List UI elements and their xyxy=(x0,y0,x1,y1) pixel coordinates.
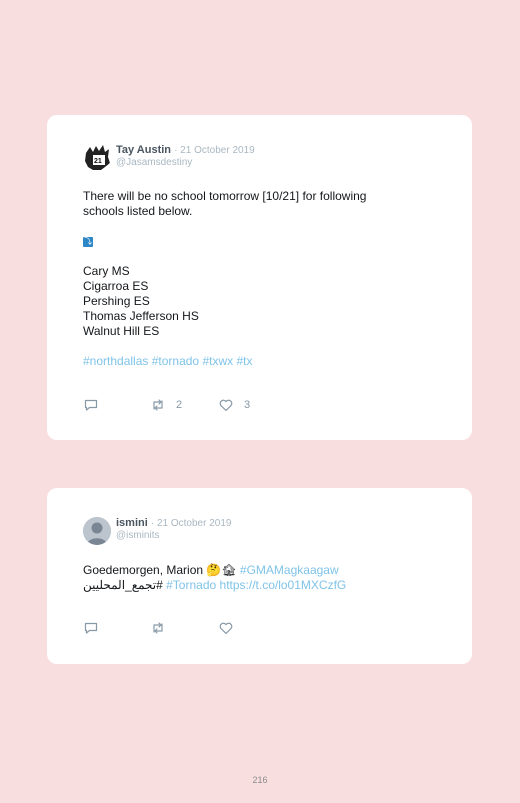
avatar[interactable]: 21 xyxy=(83,143,111,171)
tweet-line: Goedemorgen, Marion 🤔🏚 #GMAMagkaagaw xyxy=(83,563,442,578)
page-number: 216 xyxy=(252,775,268,785)
hashtag-link[interactable]: #tx xyxy=(236,354,252,368)
reply-icon xyxy=(84,622,98,634)
author-name[interactable]: ismini xyxy=(116,517,148,529)
like-button[interactable]: 3 xyxy=(218,397,250,413)
hashtag-link[interactable]: #تجمع_المحليين xyxy=(83,578,163,592)
retweet-button[interactable]: 2 xyxy=(150,397,182,413)
tweet-actions: 2 3 xyxy=(83,397,283,413)
list-item: Walnut Hill ES xyxy=(83,324,160,338)
tweet-line: #تجمع_المحليين #Tornado https://t.co/lo0… xyxy=(83,578,442,593)
reply-button[interactable] xyxy=(83,620,99,636)
tweet-card: ismini · 21 October 2019 @isminits Goede… xyxy=(47,488,472,664)
tweet-date: · 21 October 2019 xyxy=(150,518,232,529)
like-button[interactable] xyxy=(218,620,244,636)
author-handle: @isminits xyxy=(116,530,160,541)
heart-icon xyxy=(219,399,233,412)
avatar[interactable] xyxy=(83,517,111,545)
retweet-icon xyxy=(153,399,163,411)
emoji-line: ⤵ xyxy=(83,234,442,249)
tweet-text: There will be no school tomorrow [10/21]… xyxy=(83,189,442,219)
hashtag-link[interactable]: #tornado xyxy=(152,354,199,368)
hashtag-link[interactable]: #txwx xyxy=(202,354,233,368)
hashtag-line: #northdallas #tornado #txwx #tx xyxy=(83,354,442,369)
list-item: Cary MS xyxy=(83,264,130,278)
tweet-text-segment: Goedemorgen, Marion 🤔🏚 xyxy=(83,563,237,577)
author-name[interactable]: Tay Austin xyxy=(116,144,171,156)
tweet-card: 21 Tay Austin · 21 October 2019 @Jasamsd… xyxy=(47,115,472,440)
tweet-line: There will be no school tomorrow [10/21]… xyxy=(83,189,367,203)
tweet-date: · 21 October 2019 xyxy=(174,145,255,156)
school-list: Cary MS Cigarroa ES Pershing ES Thomas J… xyxy=(83,264,442,339)
retweet-count: 2 xyxy=(176,399,183,411)
tweet-author[interactable]: ismini · 21 October 2019 xyxy=(116,517,231,529)
arrow-down-emoji-icon: ⤵ xyxy=(83,236,93,247)
url-link[interactable]: https://t.co/lo01MXCzfG xyxy=(220,578,347,592)
tweet-line: schools listed below. xyxy=(83,204,193,218)
tweet-text: Goedemorgen, Marion 🤔🏚 #GMAMagkaagaw #تج… xyxy=(83,563,442,593)
reply-button[interactable] xyxy=(83,397,99,413)
retweet-button[interactable] xyxy=(150,620,176,636)
heart-icon xyxy=(219,622,233,635)
like-count: 3 xyxy=(244,399,251,411)
tweet-actions xyxy=(83,620,283,636)
reply-icon xyxy=(84,399,98,411)
tweet-author[interactable]: Tay Austin · 21 October 2019 xyxy=(116,144,255,156)
list-item: Thomas Jefferson HS xyxy=(83,309,199,323)
hashtag-link[interactable]: #GMAMagkaagaw xyxy=(240,563,339,577)
list-item: Pershing ES xyxy=(83,294,150,308)
svg-text:21: 21 xyxy=(94,158,102,165)
hashtag-link[interactable]: #northdallas xyxy=(83,354,148,368)
hashtag-link[interactable]: #Tornado xyxy=(166,578,216,592)
list-item: Cigarroa ES xyxy=(83,279,149,293)
author-handle: @Jasamsdestiny xyxy=(116,157,193,168)
retweet-icon xyxy=(153,622,163,634)
